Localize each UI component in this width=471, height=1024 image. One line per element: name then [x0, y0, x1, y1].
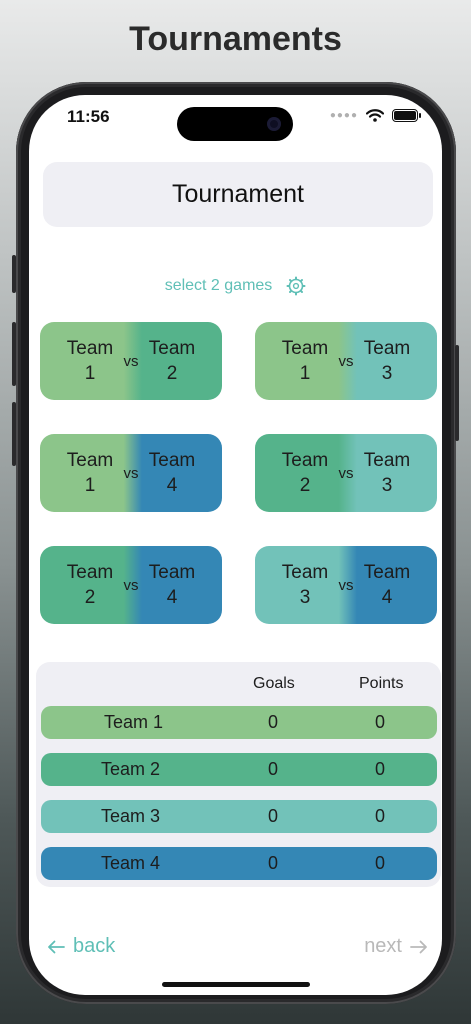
table-row: Team 3 0 0: [41, 800, 437, 833]
select-games-label: select 2 games: [164, 277, 273, 294]
goals-header: Goals: [253, 675, 295, 692]
game-team-a: Team 1: [66, 338, 114, 384]
points-header: Points: [359, 675, 404, 692]
game-vs: vs: [338, 576, 354, 594]
game-team-b: Team 4: [148, 450, 196, 496]
mute-switch: [12, 255, 16, 293]
status-time: 11:56: [67, 107, 110, 126]
game-card-1-vs-2[interactable]: Team 1 vs Team 2: [40, 322, 222, 400]
back-button[interactable]: back: [47, 935, 115, 958]
dynamic-island: [177, 107, 293, 141]
game-card-3-vs-4[interactable]: Team 3 vs Team 4: [255, 546, 437, 624]
table-row: Team 4 0 0: [41, 847, 437, 880]
game-card-1-vs-4[interactable]: Team 1 vs Team 4: [40, 434, 222, 512]
team-goals: 0: [268, 712, 279, 732]
game-card-1-vs-3[interactable]: Team 1 vs Team 3: [255, 322, 437, 400]
team-name: Team 1: [104, 712, 164, 732]
team-name: Team 2: [101, 759, 161, 779]
team-name: Team 3: [101, 806, 161, 826]
signal-dots-icon: ●●●●: [329, 110, 358, 121]
page-title: Tournaments: [129, 20, 342, 58]
team-goals: 0: [268, 759, 279, 779]
game-team-b: Team 4: [363, 562, 411, 608]
status-icons: ●●●●: [329, 109, 421, 122]
game-card-2-vs-4[interactable]: Team 2 vs Team 4: [40, 546, 222, 624]
arrow-left-icon: [48, 940, 65, 953]
game-team-b: Team 3: [363, 338, 411, 384]
next-label: next: [364, 935, 402, 957]
game-vs: vs: [338, 352, 354, 370]
game-team-b: Team 2: [148, 338, 196, 384]
select-games-row: select 2 games: [29, 276, 442, 296]
team-name: Team 4: [101, 853, 161, 873]
game-team-a: Team 2: [281, 450, 329, 496]
home-indicator[interactable]: [162, 982, 310, 987]
tournament-title: Tournament: [171, 180, 305, 208]
game-vs: vs: [123, 576, 139, 594]
game-team-a: Team 1: [281, 338, 329, 384]
volume-down-button: [12, 402, 16, 466]
back-label: back: [73, 935, 116, 957]
table-row: Team 2 0 0: [41, 753, 437, 786]
camera-icon: [267, 117, 281, 131]
team-points: 0: [375, 853, 386, 873]
game-team-b: Team 3: [363, 450, 411, 496]
game-vs: vs: [123, 464, 139, 482]
table-row: Team 1 0 0: [41, 706, 437, 739]
team-points: 0: [375, 759, 386, 779]
gear-icon[interactable]: [286, 276, 306, 296]
game-team-b: Team 4: [148, 562, 196, 608]
phone-screen: 11:56 ●●●● Tournament select 2 games Tea…: [29, 95, 442, 995]
tournament-title-card: Tournament: [43, 162, 433, 227]
game-card-2-vs-3[interactable]: Team 2 vs Team 3: [255, 434, 437, 512]
wifi-icon: [366, 109, 384, 122]
volume-up-button: [12, 322, 16, 386]
battery-icon: [392, 109, 421, 122]
arrow-right-icon: [410, 940, 427, 953]
next-button[interactable]: next: [364, 935, 428, 958]
game-team-a: Team 1: [66, 450, 114, 496]
game-team-a: Team 2: [66, 562, 114, 608]
game-vs: vs: [123, 352, 139, 370]
power-button: [455, 345, 459, 441]
game-team-a: Team 3: [281, 562, 329, 608]
team-points: 0: [375, 712, 386, 732]
standings-table: Goals Points Team 1 0 0 Team 2 0 0 Team …: [36, 662, 441, 887]
game-vs: vs: [338, 464, 354, 482]
team-goals: 0: [268, 806, 279, 826]
team-goals: 0: [268, 853, 279, 873]
team-points: 0: [375, 806, 386, 826]
